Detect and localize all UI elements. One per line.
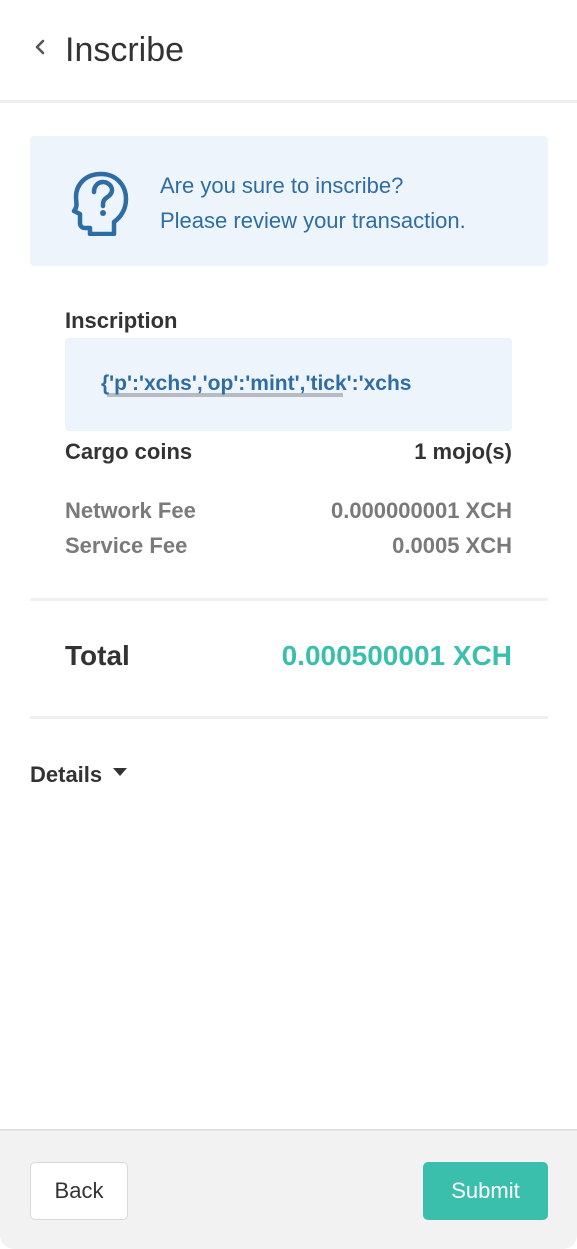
chevron-left-icon[interactable]: [28, 30, 52, 62]
confirm-banner: Are you sure to inscribe? Please review …: [30, 136, 548, 266]
caret-down-icon: [113, 768, 128, 776]
page-header: Inscribe: [0, 0, 577, 103]
cargo-coins-label: Cargo coins: [65, 439, 193, 464]
inscribe-page: Inscribe Are you sure to inscribe? Pleas…: [0, 0, 577, 1249]
total-label: Total: [65, 640, 130, 671]
banner-message: Are you sure to inscribe? Please review …: [160, 168, 466, 238]
details-toggle[interactable]: Details: [30, 762, 128, 788]
service-fee-value: 0.0005 XCH: [392, 533, 512, 558]
banner-line-2: Please review your transaction.: [160, 208, 466, 233]
total-row: Total 0.000500001 XCH: [65, 640, 512, 672]
inscription-value: {'p':'xchs','op':'mint','tick':'xchs: [101, 372, 412, 395]
divider: [30, 716, 548, 719]
inscription-box: {'p':'xchs','op':'mint','tick':'xchs: [65, 338, 512, 431]
submit-button[interactable]: Submit: [423, 1162, 548, 1220]
banner-line-1: Are you sure to inscribe?: [160, 173, 404, 198]
inscription-label: Inscription: [65, 308, 178, 333]
service-fee-label: Service Fee: [65, 533, 188, 558]
service-fee-row: Service Fee 0.0005 XCH: [65, 533, 512, 559]
network-fee-value: 0.000000001 XCH: [330, 498, 512, 523]
network-fee-row: Network Fee 0.000000001 XCH: [65, 498, 512, 524]
cargo-coins-row: Cargo coins 1 mojo(s): [65, 439, 512, 465]
details-label: Details: [30, 762, 103, 787]
cargo-coins-value: 1 mojo(s): [414, 439, 512, 464]
action-footer: Back Submit: [0, 1129, 577, 1249]
page-title: Inscribe: [65, 31, 185, 69]
divider: [30, 598, 548, 601]
back-button[interactable]: Back: [30, 1162, 128, 1220]
total-value: 0.000500001 XCH: [281, 640, 512, 671]
head-question-icon: [71, 171, 129, 236]
network-fee-label: Network Fee: [65, 498, 196, 523]
